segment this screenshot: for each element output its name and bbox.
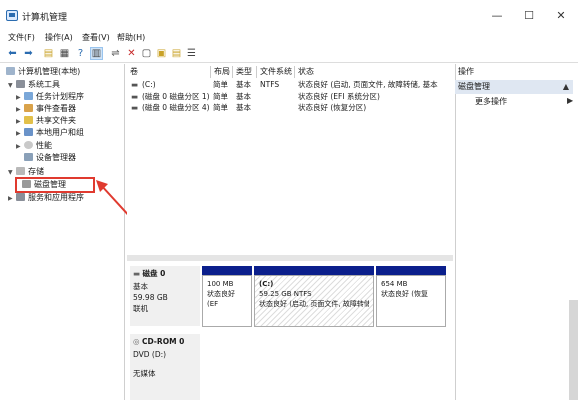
tree-item-system-tools[interactable]: ▼ 系统工具 [8,79,60,91]
tree-item-event-viewer[interactable]: ▶ 事件查看器 [16,103,76,115]
partition-header [202,266,252,275]
storage-icon [16,167,25,175]
show-tree-icon[interactable]: ▦ [58,47,71,60]
disk-icon: ▬ [133,269,141,278]
tree-item-root[interactable]: 计算机管理(本地) [6,66,80,78]
volume-type: 基本 [236,80,251,89]
volume-fs: NTFS [260,80,280,89]
cdrom-name: CD-ROM 0 [141,337,185,346]
volume-type: 基本 [236,92,251,101]
computer-icon [6,67,15,75]
partition-status: 状态良好 (EF [207,290,235,308]
chevron-down-icon[interactable]: ▼ [8,80,16,92]
actions-title: 操作 [458,67,474,76]
chevron-right-icon[interactable]: ▶ [16,141,24,153]
window-title: 计算机管理 [22,13,68,23]
delete-icon[interactable]: ✕ [125,47,138,60]
connect-icon[interactable]: ⇌ [109,47,122,60]
users-icon [24,128,33,136]
volume-icon: ▬ [131,103,139,112]
partition-recovery[interactable]: 654 MB 状态良好 (恢复 [376,275,446,327]
partition-header [254,266,374,275]
chevron-right-icon[interactable]: ▶ [16,128,24,140]
partition-size: 654 MB [381,280,408,288]
disk-0-info: ▬ 磁盘 0 基本 59.98 GB 联机 [130,266,200,326]
volume-layout: 简单 [213,80,228,89]
up-folder-icon[interactable]: ▤ [42,47,55,60]
menu-help[interactable]: 帮助(H) [117,32,145,43]
volume-icon: ▬ [131,92,139,101]
folder-search-icon[interactable]: ▤ [170,47,183,60]
volume-layout: 简单 [213,103,228,112]
event-viewer-icon [24,104,33,112]
maximize-button[interactable]: ☐ [514,6,544,26]
column-volume[interactable]: 卷 [127,66,211,78]
computer-management-icon [6,10,18,21]
chevron-up-icon[interactable]: ▲ [563,80,569,94]
disk-size: 59.98 GB [133,293,168,302]
volume-icon: ▬ [131,80,139,89]
actions-pane [455,64,578,400]
chevron-right-icon: ▶ [567,96,574,105]
tools-icon [16,80,25,88]
cdrom-drive: DVD (D:) [133,350,167,359]
minimize-button[interactable]: — [482,6,512,26]
more-actions-link[interactable]: 更多操作 ▶ [475,96,573,107]
menu-view[interactable]: 查看(V) [82,32,110,43]
properties-icon[interactable]: ▢ [140,47,153,60]
tree-item-services[interactable]: ▶ 服务和应用程序 [8,192,84,204]
shared-folder-icon [24,116,33,124]
list-view-icon[interactable]: ☰ [185,47,198,60]
partition-size: 100 MB [207,280,234,288]
cdrom-media: 无媒体 [133,369,156,378]
partition-status: 状态良好 (启动, 页面文件, 故障转储 [259,300,369,308]
pane-splitter[interactable] [127,255,453,261]
cdrom-icon: ◎ [133,337,140,346]
tree-item-shared-folders[interactable]: ▶ 共享文件夹 [16,115,76,127]
tree-item-performance[interactable]: ▶ 性能 [16,140,52,152]
volume-layout: 简单 [213,92,228,101]
disk-name: 磁盘 0 [142,269,166,278]
tree-item-device-manager[interactable]: 设备管理器 [24,152,76,164]
services-icon [16,193,25,201]
menu-action[interactable]: 操作(A) [45,32,73,43]
scrollbar[interactable] [569,300,578,400]
chevron-right-icon[interactable]: ▶ [8,193,16,205]
clock-icon [24,92,33,100]
toolbar: ⬅ ➡ ▤ ▦ ? ▥ ⇌ ✕ ▢ ▣ ▤ ☰ [0,45,578,63]
performance-icon [24,141,33,149]
help-icon[interactable]: ? [74,47,87,60]
volume-name: (磁盘 0 磁盘分区 1) [142,92,210,101]
volume-status: 状态良好 (EFI 系统分区) [298,92,380,101]
volume-name: (C:) [142,80,156,89]
highlight-box [15,177,95,193]
forward-icon[interactable]: ➡ [22,47,35,60]
partition-size: 59.25 GB NTFS [259,290,312,298]
volume-name: (磁盘 0 磁盘分区 4) [142,103,210,112]
actions-disk-management[interactable]: 磁盘管理 ▲ [455,80,573,94]
column-type[interactable]: 类型 [233,66,257,78]
open-folder-icon[interactable]: ▣ [155,47,168,60]
column-layout[interactable]: 布局 [211,66,233,78]
device-manager-icon [24,153,33,161]
show-action-pane-icon[interactable]: ▥ [90,47,103,60]
close-button[interactable]: ✕ [546,6,576,26]
column-filesystem[interactable]: 文件系统 [257,66,295,78]
menu-file[interactable]: 文件(F) [8,32,35,43]
disk-type: 基本 [133,282,148,291]
tree-item-local-users[interactable]: ▶ 本地用户和组 [16,127,84,139]
partition-status: 状态良好 (恢复 [381,290,428,298]
partition-efi[interactable]: 100 MB 状态良好 (EF [202,275,252,327]
disk-state: 联机 [133,304,148,313]
tree-item-task-scheduler[interactable]: ▶ 任务计划程序 [16,91,84,103]
volume-status: 状态良好 (恢复分区) [298,103,367,112]
partition-c[interactable]: (C:) 59.25 GB NTFS 状态良好 (启动, 页面文件, 故障转储 [254,275,374,327]
column-status[interactable]: 状态 [295,66,453,78]
back-icon[interactable]: ⬅ [6,47,19,60]
menu-bar: 文件(F) 操作(A) 查看(V) 帮助(H) [0,31,578,45]
cdrom-info: ◎ CD-ROM 0 DVD (D:) 无媒体 [130,334,200,400]
volume-status: 状态良好 (启动, 页面文件, 故障转储, 基本 [298,80,438,89]
partition-header [376,266,446,275]
volume-type: 基本 [236,103,251,112]
